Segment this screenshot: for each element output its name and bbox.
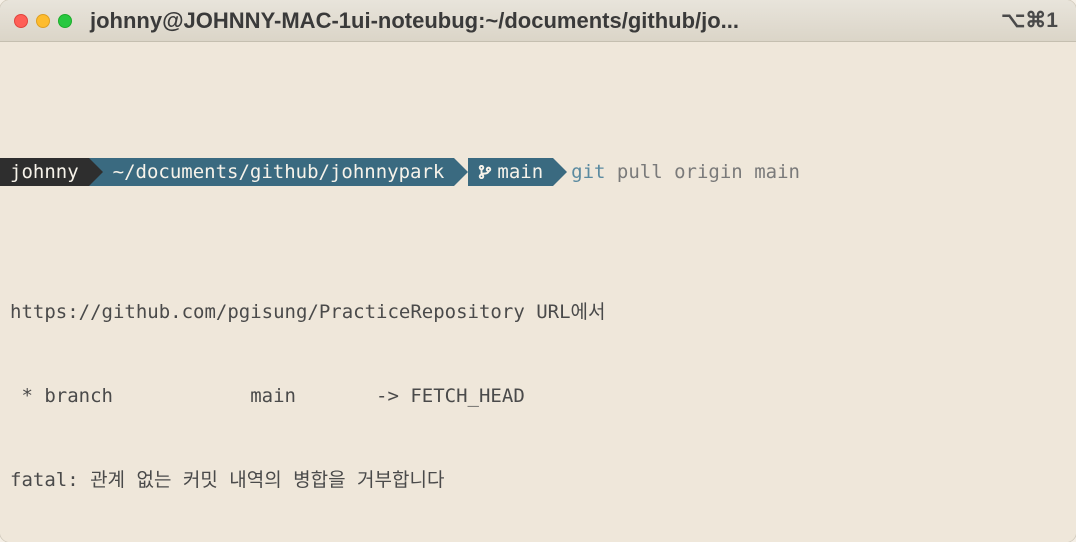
tab-shortcut: ⌥⌘1 [1001, 8, 1062, 33]
git-branch-icon [478, 165, 492, 179]
prompt-user-segment: johnny [0, 158, 89, 186]
command-args: pull origin main [617, 158, 800, 186]
prompt-user: johnny [10, 158, 79, 186]
maximize-icon[interactable] [58, 14, 72, 28]
prompt-path: ~/documents/github/johnnypark [113, 158, 445, 186]
titlebar[interactable]: johnny@JOHNNY-MAC-1ui-noteubug:~/documen… [0, 0, 1076, 42]
output-line: * branch main -> FETCH_HEAD [0, 382, 1076, 410]
output-line: https://github.com/pgisung/PracticeRepos… [0, 298, 1076, 326]
prompt-branch-segment: main [468, 158, 553, 186]
close-icon[interactable] [14, 14, 28, 28]
prompt-branch: main [497, 158, 543, 186]
terminal-body[interactable]: johnny ~/documents/github/johnnypark mai… [0, 42, 1076, 542]
traffic-lights [14, 14, 72, 28]
terminal-window: johnny@JOHNNY-MAC-1ui-noteubug:~/documen… [0, 0, 1076, 542]
prompt-path-segment: ~/documents/github/johnnypark [89, 158, 455, 186]
window-title: johnny@JOHNNY-MAC-1ui-noteubug:~/documen… [72, 8, 1001, 34]
prompt-line: johnny ~/documents/github/johnnypark mai… [0, 158, 1076, 186]
output-line: fatal: 관계 없는 커밋 내역의 병합을 거부합니다 [0, 466, 1076, 494]
minimize-icon[interactable] [36, 14, 50, 28]
